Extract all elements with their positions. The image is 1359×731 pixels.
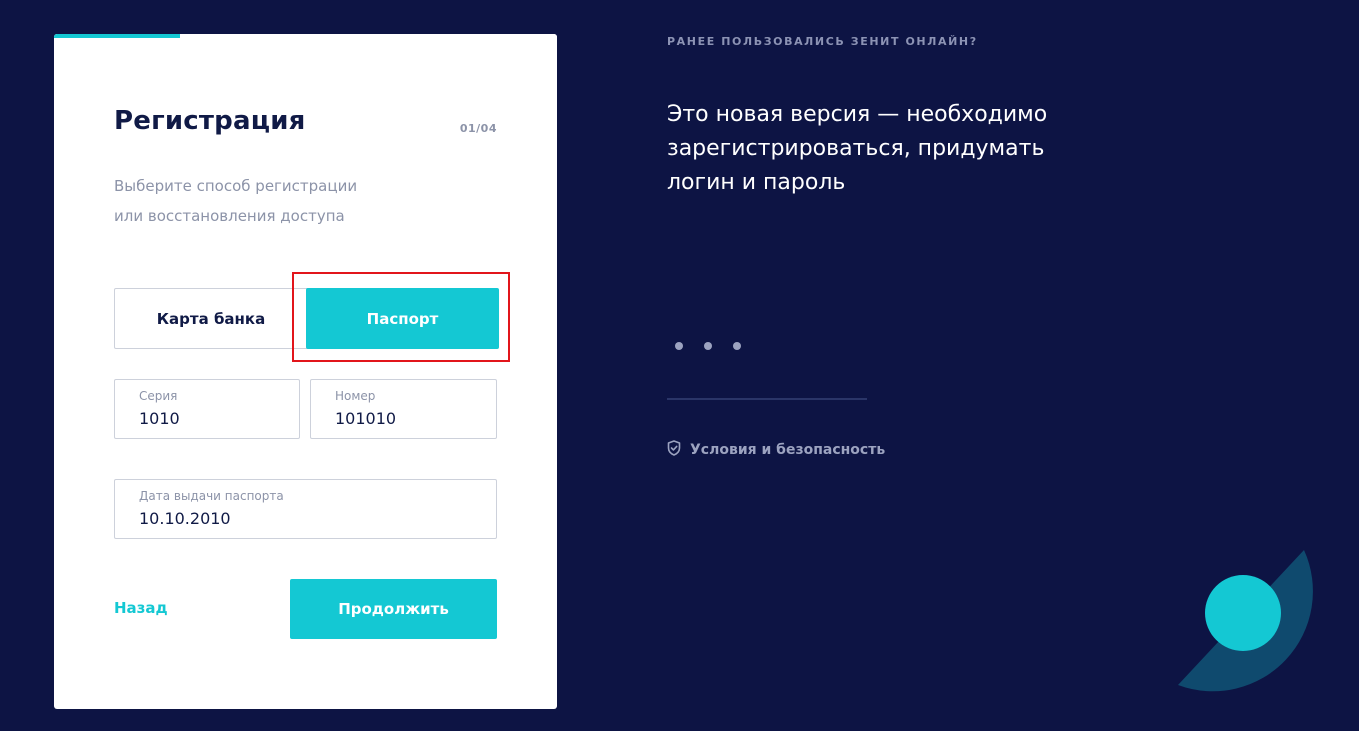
- terms-label: Условия и безопасность: [690, 442, 886, 458]
- passport-number-value[interactable]: 101010: [335, 409, 396, 428]
- step-counter: 01/04: [459, 122, 497, 135]
- page-title: Регистрация: [114, 106, 306, 136]
- passport-number-field[interactable]: Номер 101010: [310, 379, 497, 439]
- registration-card: Регистрация 01/04 Выберите способ регист…: [54, 34, 557, 709]
- info-text-line-2: зарегистрироваться, придумать: [667, 136, 1045, 161]
- method-passport-button[interactable]: Паспорт: [306, 288, 499, 349]
- passport-series-label: Серия: [139, 389, 178, 403]
- passport-series-value[interactable]: 1010: [139, 409, 180, 428]
- continue-button[interactable]: Продолжить: [290, 579, 497, 639]
- divider: [667, 398, 867, 400]
- registration-method-switch: Карта банка Паспорт: [114, 288, 499, 349]
- subtitle: Выберите способ регистрации или восстано…: [114, 171, 444, 231]
- subtitle-line-1: Выберите способ регистрации: [114, 177, 358, 195]
- carousel-dot-1[interactable]: [675, 342, 683, 350]
- carousel-dot-2[interactable]: [704, 342, 712, 350]
- terms-link[interactable]: Условия и безопасность: [667, 440, 885, 460]
- info-text-line-1: Это новая версия — необходимо: [667, 102, 1048, 127]
- passport-series-field[interactable]: Серия 1010: [114, 379, 300, 439]
- info-eyebrow: РАНЕЕ ПОЛЬЗОВАЛИСЬ ЗЕНИТ ОНЛАЙН?: [667, 35, 978, 48]
- carousel-dot-3[interactable]: [733, 342, 741, 350]
- subtitle-line-2: или восстановления доступа: [114, 207, 345, 225]
- passport-issue-date-value[interactable]: 10.10.2010: [139, 509, 231, 528]
- progress-bar: [54, 34, 557, 38]
- passport-issue-date-label: Дата выдачи паспорта: [139, 489, 284, 503]
- carousel-dots: [675, 342, 741, 350]
- passport-number-label: Номер: [335, 389, 376, 403]
- shield-check-icon: [667, 440, 681, 460]
- back-link[interactable]: Назад: [114, 599, 168, 617]
- method-bank-card-button[interactable]: Карта банка: [115, 289, 307, 348]
- info-text: Это новая версия — необходимо зарегистри…: [667, 98, 1087, 200]
- decorative-shape: [1178, 550, 1313, 692]
- progress-bar-fill: [54, 34, 180, 38]
- info-text-line-3: логин и пароль: [667, 170, 846, 195]
- passport-issue-date-field[interactable]: Дата выдачи паспорта 10.10.2010: [114, 479, 497, 539]
